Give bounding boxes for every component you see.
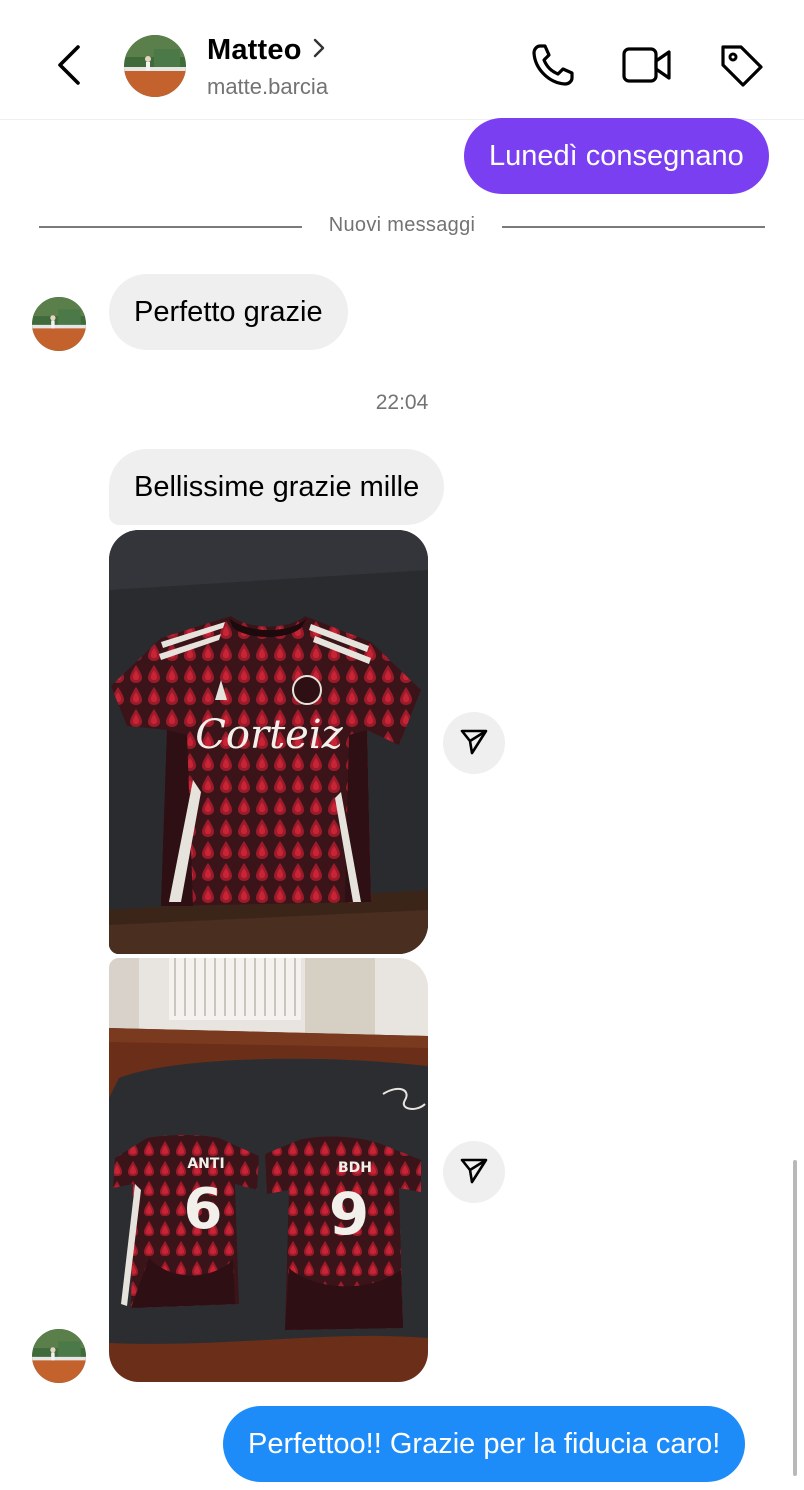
contact-name: Matteo [207, 34, 302, 66]
sender-avatar[interactable] [32, 1329, 86, 1383]
outgoing-message[interactable]: Lunedì consegnano [464, 118, 769, 194]
jersey-name-left: ANTI [187, 1156, 224, 1172]
jersey-print-text: Corteiz [195, 712, 343, 758]
tag-button[interactable] [714, 40, 768, 94]
chevron-left-icon [54, 43, 84, 92]
sender-avatar[interactable] [32, 297, 86, 351]
chat-header: Matteo matte.barcia [0, 0, 804, 120]
avatar[interactable] [124, 35, 186, 97]
divider-line-right [502, 226, 765, 228]
back-button[interactable] [48, 40, 90, 94]
tag-icon [717, 41, 765, 94]
jersey-number-left: 6 [184, 1177, 223, 1242]
jersey-name-right: BDH [338, 1160, 372, 1176]
jersey-number-right: 9 [329, 1180, 369, 1248]
incoming-message[interactable]: Bellissime grazie mille [109, 449, 445, 525]
scrollbar[interactable] [793, 1160, 797, 1476]
photo-message-jersey-backs[interactable]: ANTI 6 BDH 9 [109, 958, 428, 1382]
profile-link[interactable]: Matteo [207, 34, 326, 67]
video-camera-icon [621, 43, 673, 92]
incoming-message[interactable]: Perfetto grazie [109, 274, 348, 350]
chevron-right-icon [312, 37, 326, 64]
share-button[interactable] [443, 1141, 505, 1203]
outgoing-message[interactable]: Perfettoo!! Grazie per la fiducia caro! [223, 1406, 746, 1482]
paper-plane-icon [459, 1155, 489, 1190]
paper-plane-icon [459, 726, 489, 761]
contact-username: matte.barcia [207, 74, 329, 99]
phone-icon [530, 42, 576, 93]
share-button[interactable] [443, 712, 505, 774]
call-button[interactable] [526, 40, 580, 94]
timestamp: 22:04 [375, 391, 429, 414]
video-call-button[interactable] [620, 40, 674, 94]
photo-message-jersey-front[interactable]: Corteiz [109, 530, 428, 954]
